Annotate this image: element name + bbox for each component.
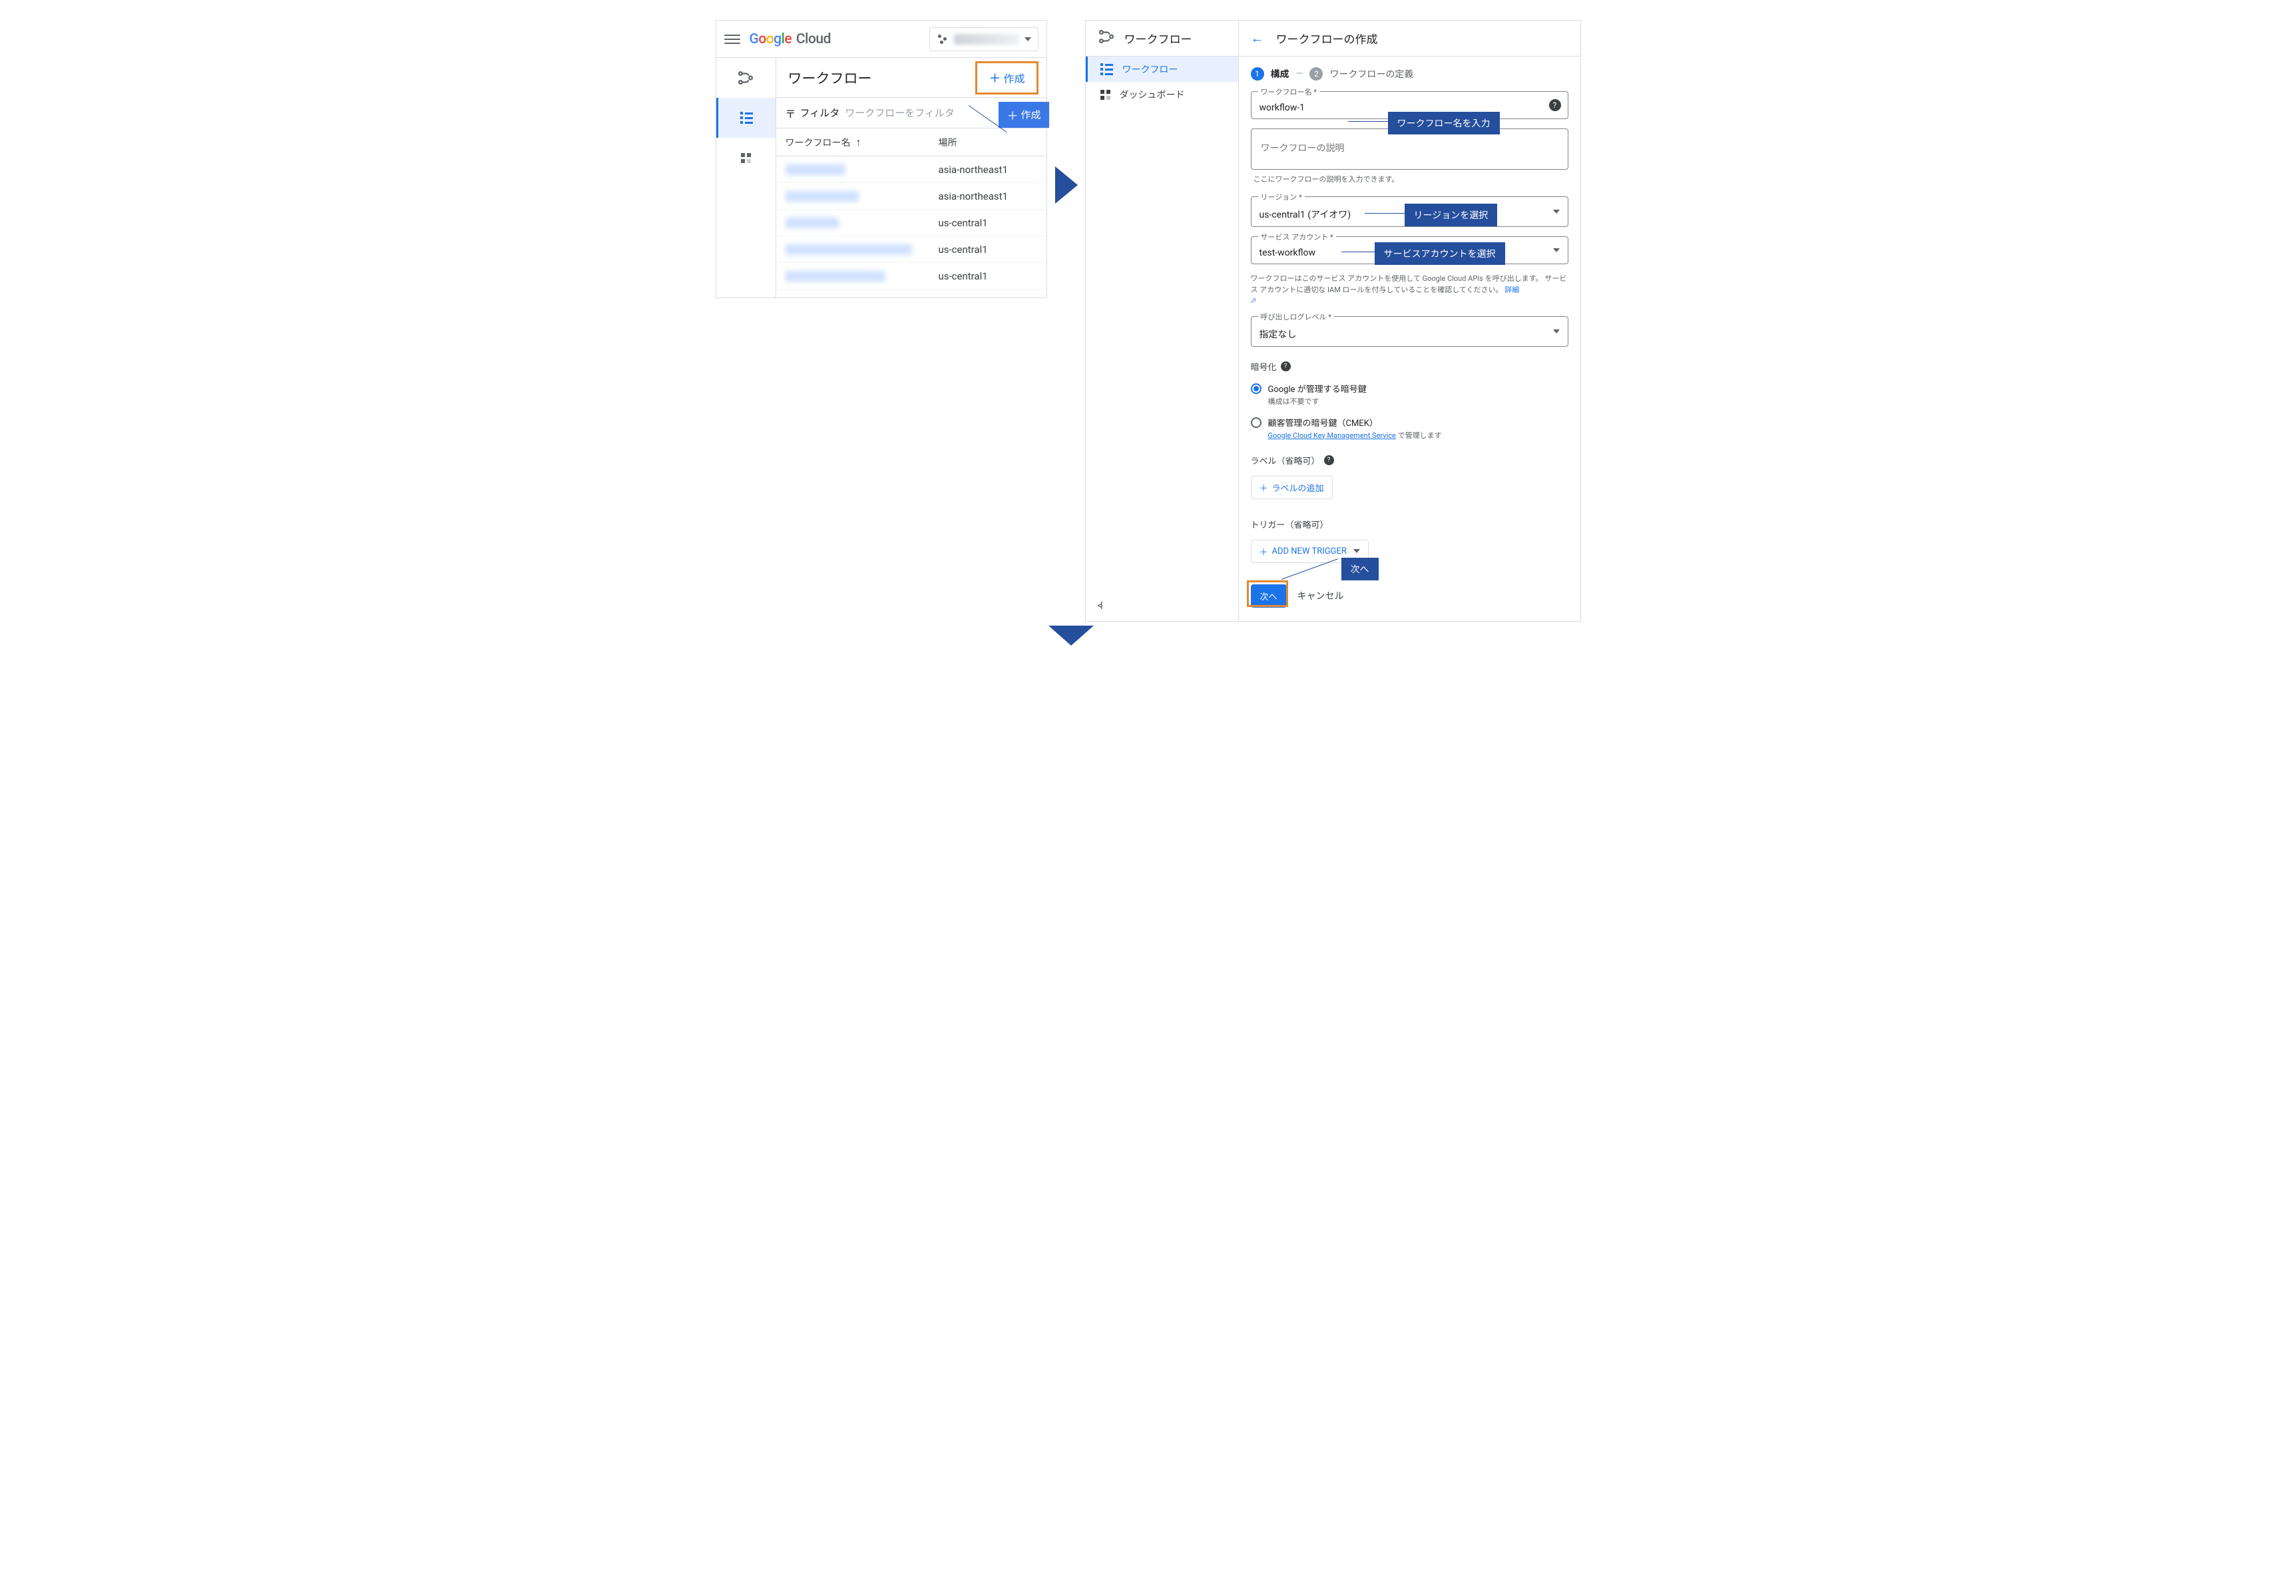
chevron-down-icon — [1025, 37, 1031, 41]
workflows-product-icon[interactable] — [716, 58, 776, 98]
filter-icon: 〒 — [786, 105, 796, 121]
annotation-next: 次へ — [1341, 558, 1379, 580]
step-2-label: ワークフローの定義 — [1329, 67, 1413, 81]
description-textarea[interactable] — [1260, 140, 1560, 161]
cancel-button[interactable]: キャンセル — [1297, 589, 1344, 602]
annotation-workflow-name: ワークフロー名を入力 — [1388, 112, 1500, 134]
service-account-helper: ワークフローはこのサービス アカウントを使用して Google Cloud AP… — [1251, 274, 1568, 307]
service-account-detail-link[interactable]: 詳細 — [1504, 286, 1519, 294]
create-workflow-button[interactable]: ＋ 作成 — [979, 64, 1034, 92]
annotation-leader — [1365, 213, 1405, 214]
page-title: ワークフローの作成 — [1276, 30, 1378, 47]
workflows-product-icon — [1098, 28, 1115, 49]
chevron-down-icon — [1553, 329, 1560, 333]
labels-section-title: ラベル（省略可）? — [1251, 454, 1568, 467]
col-header-name[interactable]: ワークフロー名↑ — [786, 136, 939, 149]
list-icon — [1100, 63, 1113, 75]
nav-item-dashboard[interactable] — [716, 138, 776, 178]
dashboard-icon — [1100, 90, 1110, 100]
encryption-section-title: 暗号化? — [1251, 360, 1568, 373]
col-header-location[interactable]: 場所 — [939, 136, 957, 149]
filter-bar[interactable]: 〒 フィルタ ワークフローをフィルタ ＋作成 — [776, 98, 1046, 128]
help-icon[interactable]: ? — [1324, 455, 1334, 465]
page-title: ワークフロー — [788, 68, 872, 88]
sort-asc-icon: ↑ — [856, 136, 861, 149]
hamburger-menu-icon[interactable] — [724, 32, 740, 47]
plus-icon: ＋ — [1260, 481, 1268, 494]
dashboard-icon — [741, 153, 751, 163]
annotation-region: リージョンを選択 — [1405, 204, 1498, 226]
workflow-create-panel: ワークフロー ワークフロー ダッシュボード <I ← ワークフローの作成 — [1085, 20, 1581, 622]
chevron-down-icon — [1353, 549, 1360, 553]
add-label-button[interactable]: ＋ラベルの追加 — [1251, 476, 1333, 499]
collapse-sidebar-icon[interactable]: <I — [1098, 599, 1100, 612]
project-name-blurred — [954, 34, 1019, 45]
filter-label: フィルタ — [800, 106, 840, 120]
external-link-icon: ⬀ — [1251, 296, 1257, 305]
workflows-list-panel: Google Cloud — [716, 20, 1047, 298]
table-row[interactable]: asia-northeast1 — [776, 156, 1046, 183]
flow-arrow-down — [1048, 626, 1094, 646]
step-2-badge: 2 — [1309, 67, 1323, 81]
chevron-down-icon — [1553, 210, 1560, 214]
filter-placeholder: ワークフローをフィルタ — [845, 106, 955, 120]
encryption-cmek-radio[interactable]: 顧客管理の暗号鍵（CMEK） Google Cloud Key Manageme… — [1251, 416, 1568, 441]
log-level-select[interactable]: 呼び出しログレベル * 指定なし — [1251, 316, 1568, 347]
flow-arrow-right — [1055, 166, 1078, 204]
table-row[interactable]: asia-northeast1 — [776, 183, 1046, 210]
table-header: ワークフロー名↑ 場所 — [776, 128, 1046, 156]
list-icon — [740, 112, 753, 124]
trigger-section-title: トリガー（省略可） — [1251, 518, 1568, 530]
step-1-badge: 1 — [1251, 67, 1264, 81]
sidebar-item-dashboard[interactable]: ダッシュボード — [1086, 82, 1238, 107]
annotation-service-account: サービスアカウントを選択 — [1375, 242, 1505, 265]
chevron-down-icon — [1553, 248, 1560, 252]
plus-icon: ＋ — [1260, 545, 1268, 558]
workflow-description-field[interactable] — [1251, 128, 1568, 170]
google-cloud-logo: Google Cloud — [750, 31, 831, 47]
help-icon[interactable]: ? — [1281, 361, 1291, 371]
step-1-label: 構成 — [1271, 67, 1289, 81]
sidebar-item-workflows[interactable]: ワークフロー — [1086, 57, 1238, 82]
table-row[interactable]: us-central1 — [776, 210, 1046, 236]
table-row[interactable]: us-central1 — [776, 236, 1046, 263]
table-row[interactable]: us-central1 — [776, 263, 1046, 290]
project-icon — [937, 33, 949, 45]
kms-link[interactable]: Google Cloud Key Management Service — [1268, 431, 1396, 440]
next-button[interactable]: 次へ — [1251, 584, 1287, 608]
help-icon[interactable]: ? — [1549, 99, 1561, 111]
annotation-leader — [1348, 121, 1388, 122]
project-selector[interactable] — [929, 27, 1038, 51]
description-helper: ここにワークフローの説明を入力できます。 — [1254, 174, 1568, 184]
side-header: ワークフロー — [1086, 21, 1238, 57]
nav-item-list[interactable] — [716, 98, 776, 138]
left-nav-rail — [716, 58, 776, 298]
create-tooltip-chip: ＋作成 — [999, 102, 1048, 128]
encryption-google-managed-radio[interactable]: Google が管理する暗号鍵 構成は不要です — [1251, 382, 1568, 407]
back-arrow-icon[interactable]: ← — [1251, 30, 1264, 47]
plus-icon: ＋ — [989, 69, 1001, 87]
